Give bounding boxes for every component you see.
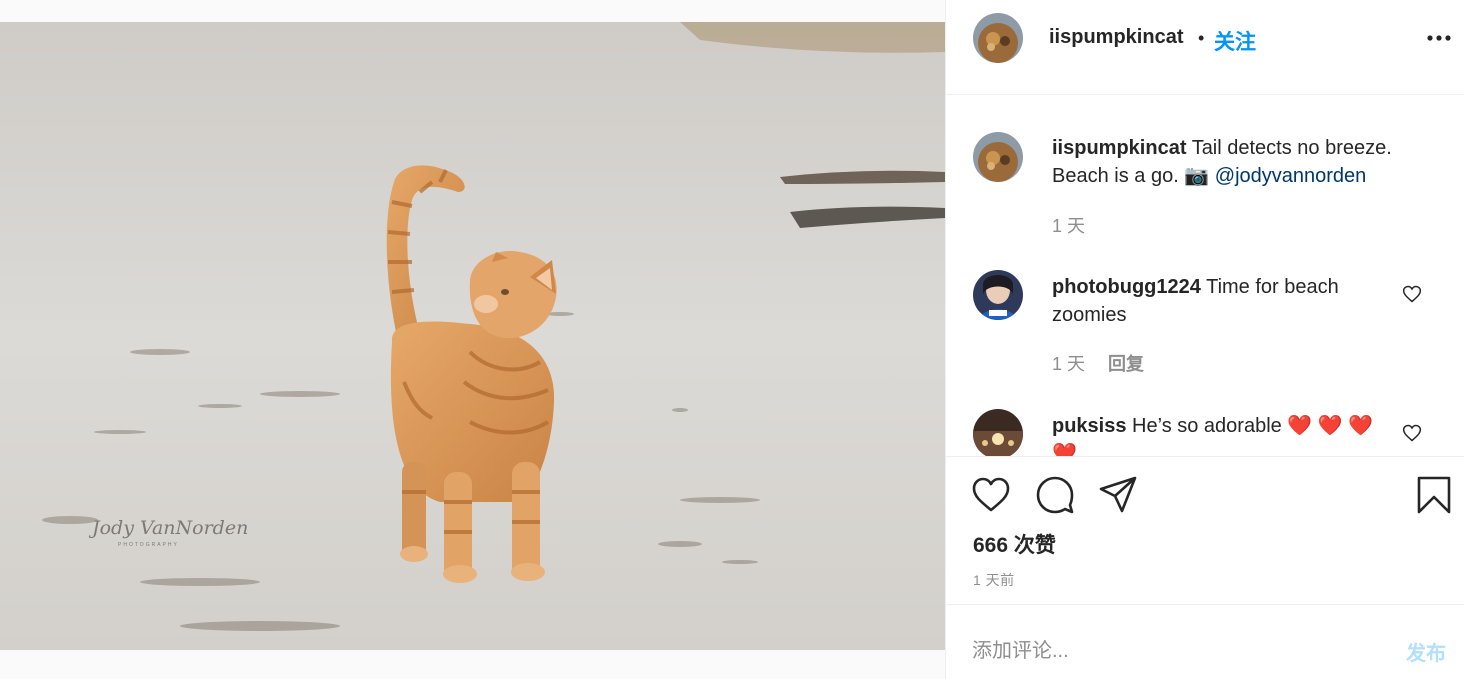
- cat-photo: Jody VanNorden PHOTOGRAPHY: [0, 22, 945, 650]
- caption-time-text[interactable]: 1 天: [1052, 216, 1085, 236]
- author-username[interactable]: iispumpkincat: [1049, 26, 1183, 49]
- bookmark-icon[interactable]: [1414, 475, 1454, 515]
- caption-time: 1 天: [1052, 212, 1085, 238]
- post-time[interactable]: 1 天前: [973, 570, 1015, 590]
- comment-meta: 1 天 回复: [1052, 350, 1144, 376]
- caption-username[interactable]: iispumpkincat: [1052, 137, 1186, 159]
- add-comment-form: 发布: [946, 604, 1464, 679]
- likes-count[interactable]: 666 次赞: [973, 529, 1056, 559]
- camera-emoji: 📷: [1184, 165, 1210, 187]
- post-sidebar: iispumpkincat • 关注 iispumpkincat Tail de…: [945, 0, 1464, 679]
- caption-mention[interactable]: @jodyvannorden: [1215, 165, 1367, 187]
- comment-input[interactable]: [972, 633, 1372, 669]
- comment-username[interactable]: puksiss: [1052, 415, 1126, 437]
- follow-button[interactable]: 关注: [1214, 26, 1256, 56]
- svg-text:Jody VanNorden: Jody VanNorden: [88, 517, 248, 539]
- heart-icon[interactable]: [971, 475, 1011, 515]
- comment-like-heart-icon[interactable]: [1402, 423, 1422, 443]
- separator-dot: •: [1198, 28, 1205, 48]
- svg-text:PHOTOGRAPHY: PHOTOGRAPHY: [118, 542, 179, 548]
- commenter-avatar[interactable]: [973, 409, 1023, 456]
- caption-text: iispumpkincat Tail detects no breeze. Be…: [1052, 134, 1422, 190]
- reply-button[interactable]: 回复: [1108, 354, 1144, 374]
- comment-like-heart-icon[interactable]: [1402, 284, 1422, 304]
- author-avatar[interactable]: [973, 132, 1023, 182]
- post-comment-button[interactable]: 发布: [1406, 637, 1446, 666]
- author-avatar[interactable]: [973, 13, 1023, 63]
- commenter-avatar[interactable]: [973, 270, 1023, 320]
- comment-text: puksiss He’s so adorable ❤️ ❤️ ❤️ ❤️: [1052, 412, 1382, 456]
- comment-time[interactable]: 1 天: [1052, 354, 1085, 374]
- more-horizontal-icon[interactable]: [1426, 28, 1452, 48]
- post-actions: 666 次赞 1 天前: [946, 456, 1464, 604]
- comment-icon[interactable]: [1035, 475, 1075, 515]
- share-icon[interactable]: [1098, 475, 1138, 515]
- comments-list[interactable]: iispumpkincat Tail detects no breeze. Be…: [946, 96, 1464, 456]
- post-image[interactable]: Jody VanNorden PHOTOGRAPHY: [0, 22, 945, 650]
- post-header: iispumpkincat • 关注: [946, 0, 1464, 95]
- comment-text: photobugg1224 Time for beach zoomies: [1052, 273, 1392, 329]
- comment-username[interactable]: photobugg1224: [1052, 276, 1201, 298]
